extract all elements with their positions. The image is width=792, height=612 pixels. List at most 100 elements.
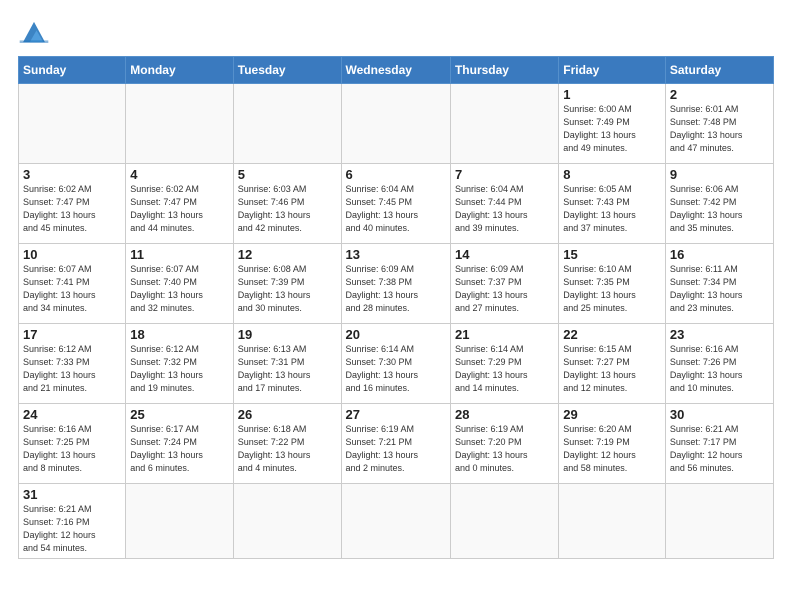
day-info: Sunrise: 6:16 AM Sunset: 7:26 PM Dayligh… bbox=[670, 343, 769, 395]
calendar-cell: 1Sunrise: 6:00 AM Sunset: 7:49 PM Daylig… bbox=[559, 84, 666, 164]
day-number: 6 bbox=[346, 167, 446, 182]
calendar-week-1: 1Sunrise: 6:00 AM Sunset: 7:49 PM Daylig… bbox=[19, 84, 774, 164]
calendar-cell: 27Sunrise: 6:19 AM Sunset: 7:21 PM Dayli… bbox=[341, 404, 450, 484]
day-number: 23 bbox=[670, 327, 769, 342]
day-info: Sunrise: 6:09 AM Sunset: 7:37 PM Dayligh… bbox=[455, 263, 554, 315]
calendar-cell bbox=[450, 484, 558, 559]
weekday-header-sunday: Sunday bbox=[19, 57, 126, 84]
calendar-cell: 4Sunrise: 6:02 AM Sunset: 7:47 PM Daylig… bbox=[126, 164, 233, 244]
day-info: Sunrise: 6:21 AM Sunset: 7:17 PM Dayligh… bbox=[670, 423, 769, 475]
calendar-cell: 12Sunrise: 6:08 AM Sunset: 7:39 PM Dayli… bbox=[233, 244, 341, 324]
day-number: 3 bbox=[23, 167, 121, 182]
weekday-header-friday: Friday bbox=[559, 57, 666, 84]
calendar-cell: 8Sunrise: 6:05 AM Sunset: 7:43 PM Daylig… bbox=[559, 164, 666, 244]
generalblue-logo-icon bbox=[18, 18, 50, 46]
calendar-cell bbox=[126, 84, 233, 164]
header bbox=[18, 18, 774, 46]
calendar-cell bbox=[341, 84, 450, 164]
day-number: 16 bbox=[670, 247, 769, 262]
day-number: 12 bbox=[238, 247, 337, 262]
calendar-week-4: 17Sunrise: 6:12 AM Sunset: 7:33 PM Dayli… bbox=[19, 324, 774, 404]
day-info: Sunrise: 6:14 AM Sunset: 7:29 PM Dayligh… bbox=[455, 343, 554, 395]
logo bbox=[18, 18, 54, 46]
day-number: 20 bbox=[346, 327, 446, 342]
weekday-header-tuesday: Tuesday bbox=[233, 57, 341, 84]
calendar-cell: 13Sunrise: 6:09 AM Sunset: 7:38 PM Dayli… bbox=[341, 244, 450, 324]
day-info: Sunrise: 6:21 AM Sunset: 7:16 PM Dayligh… bbox=[23, 503, 121, 555]
calendar-cell: 11Sunrise: 6:07 AM Sunset: 7:40 PM Dayli… bbox=[126, 244, 233, 324]
day-info: Sunrise: 6:00 AM Sunset: 7:49 PM Dayligh… bbox=[563, 103, 661, 155]
day-number: 17 bbox=[23, 327, 121, 342]
calendar-cell bbox=[559, 484, 666, 559]
calendar-cell bbox=[126, 484, 233, 559]
calendar-cell: 26Sunrise: 6:18 AM Sunset: 7:22 PM Dayli… bbox=[233, 404, 341, 484]
day-number: 18 bbox=[130, 327, 228, 342]
calendar-cell: 18Sunrise: 6:12 AM Sunset: 7:32 PM Dayli… bbox=[126, 324, 233, 404]
day-info: Sunrise: 6:02 AM Sunset: 7:47 PM Dayligh… bbox=[130, 183, 228, 235]
calendar-cell: 9Sunrise: 6:06 AM Sunset: 7:42 PM Daylig… bbox=[665, 164, 773, 244]
day-info: Sunrise: 6:10 AM Sunset: 7:35 PM Dayligh… bbox=[563, 263, 661, 315]
calendar-week-5: 24Sunrise: 6:16 AM Sunset: 7:25 PM Dayli… bbox=[19, 404, 774, 484]
day-number: 14 bbox=[455, 247, 554, 262]
weekday-header-thursday: Thursday bbox=[450, 57, 558, 84]
calendar-week-3: 10Sunrise: 6:07 AM Sunset: 7:41 PM Dayli… bbox=[19, 244, 774, 324]
day-number: 15 bbox=[563, 247, 661, 262]
day-number: 28 bbox=[455, 407, 554, 422]
day-info: Sunrise: 6:13 AM Sunset: 7:31 PM Dayligh… bbox=[238, 343, 337, 395]
calendar-cell bbox=[665, 484, 773, 559]
day-number: 26 bbox=[238, 407, 337, 422]
calendar-cell: 20Sunrise: 6:14 AM Sunset: 7:30 PM Dayli… bbox=[341, 324, 450, 404]
day-number: 24 bbox=[23, 407, 121, 422]
day-number: 10 bbox=[23, 247, 121, 262]
calendar-cell: 19Sunrise: 6:13 AM Sunset: 7:31 PM Dayli… bbox=[233, 324, 341, 404]
day-number: 2 bbox=[670, 87, 769, 102]
calendar-cell: 6Sunrise: 6:04 AM Sunset: 7:45 PM Daylig… bbox=[341, 164, 450, 244]
day-info: Sunrise: 6:18 AM Sunset: 7:22 PM Dayligh… bbox=[238, 423, 337, 475]
calendar-cell bbox=[450, 84, 558, 164]
calendar-cell: 31Sunrise: 6:21 AM Sunset: 7:16 PM Dayli… bbox=[19, 484, 126, 559]
day-info: Sunrise: 6:19 AM Sunset: 7:20 PM Dayligh… bbox=[455, 423, 554, 475]
day-number: 11 bbox=[130, 247, 228, 262]
page: SundayMondayTuesdayWednesdayThursdayFrid… bbox=[0, 0, 792, 569]
calendar-cell: 29Sunrise: 6:20 AM Sunset: 7:19 PM Dayli… bbox=[559, 404, 666, 484]
weekday-header-saturday: Saturday bbox=[665, 57, 773, 84]
calendar-cell: 23Sunrise: 6:16 AM Sunset: 7:26 PM Dayli… bbox=[665, 324, 773, 404]
day-info: Sunrise: 6:14 AM Sunset: 7:30 PM Dayligh… bbox=[346, 343, 446, 395]
calendar-cell: 16Sunrise: 6:11 AM Sunset: 7:34 PM Dayli… bbox=[665, 244, 773, 324]
calendar-cell: 28Sunrise: 6:19 AM Sunset: 7:20 PM Dayli… bbox=[450, 404, 558, 484]
calendar-cell: 17Sunrise: 6:12 AM Sunset: 7:33 PM Dayli… bbox=[19, 324, 126, 404]
calendar-cell bbox=[19, 84, 126, 164]
calendar: SundayMondayTuesdayWednesdayThursdayFrid… bbox=[18, 56, 774, 559]
day-number: 9 bbox=[670, 167, 769, 182]
calendar-cell: 10Sunrise: 6:07 AM Sunset: 7:41 PM Dayli… bbox=[19, 244, 126, 324]
day-info: Sunrise: 6:04 AM Sunset: 7:44 PM Dayligh… bbox=[455, 183, 554, 235]
calendar-cell: 22Sunrise: 6:15 AM Sunset: 7:27 PM Dayli… bbox=[559, 324, 666, 404]
day-info: Sunrise: 6:17 AM Sunset: 7:24 PM Dayligh… bbox=[130, 423, 228, 475]
day-info: Sunrise: 6:07 AM Sunset: 7:40 PM Dayligh… bbox=[130, 263, 228, 315]
day-info: Sunrise: 6:12 AM Sunset: 7:33 PM Dayligh… bbox=[23, 343, 121, 395]
calendar-cell: 21Sunrise: 6:14 AM Sunset: 7:29 PM Dayli… bbox=[450, 324, 558, 404]
day-number: 19 bbox=[238, 327, 337, 342]
calendar-cell bbox=[233, 484, 341, 559]
calendar-cell: 14Sunrise: 6:09 AM Sunset: 7:37 PM Dayli… bbox=[450, 244, 558, 324]
day-info: Sunrise: 6:09 AM Sunset: 7:38 PM Dayligh… bbox=[346, 263, 446, 315]
calendar-week-2: 3Sunrise: 6:02 AM Sunset: 7:47 PM Daylig… bbox=[19, 164, 774, 244]
weekday-header-row: SundayMondayTuesdayWednesdayThursdayFrid… bbox=[19, 57, 774, 84]
day-number: 8 bbox=[563, 167, 661, 182]
day-number: 27 bbox=[346, 407, 446, 422]
day-number: 31 bbox=[23, 487, 121, 502]
calendar-cell: 15Sunrise: 6:10 AM Sunset: 7:35 PM Dayli… bbox=[559, 244, 666, 324]
calendar-cell: 7Sunrise: 6:04 AM Sunset: 7:44 PM Daylig… bbox=[450, 164, 558, 244]
weekday-header-monday: Monday bbox=[126, 57, 233, 84]
day-number: 4 bbox=[130, 167, 228, 182]
day-number: 5 bbox=[238, 167, 337, 182]
day-info: Sunrise: 6:01 AM Sunset: 7:48 PM Dayligh… bbox=[670, 103, 769, 155]
day-number: 29 bbox=[563, 407, 661, 422]
calendar-cell: 24Sunrise: 6:16 AM Sunset: 7:25 PM Dayli… bbox=[19, 404, 126, 484]
day-number: 7 bbox=[455, 167, 554, 182]
day-info: Sunrise: 6:02 AM Sunset: 7:47 PM Dayligh… bbox=[23, 183, 121, 235]
weekday-header-wednesday: Wednesday bbox=[341, 57, 450, 84]
calendar-cell: 3Sunrise: 6:02 AM Sunset: 7:47 PM Daylig… bbox=[19, 164, 126, 244]
day-info: Sunrise: 6:07 AM Sunset: 7:41 PM Dayligh… bbox=[23, 263, 121, 315]
day-number: 13 bbox=[346, 247, 446, 262]
